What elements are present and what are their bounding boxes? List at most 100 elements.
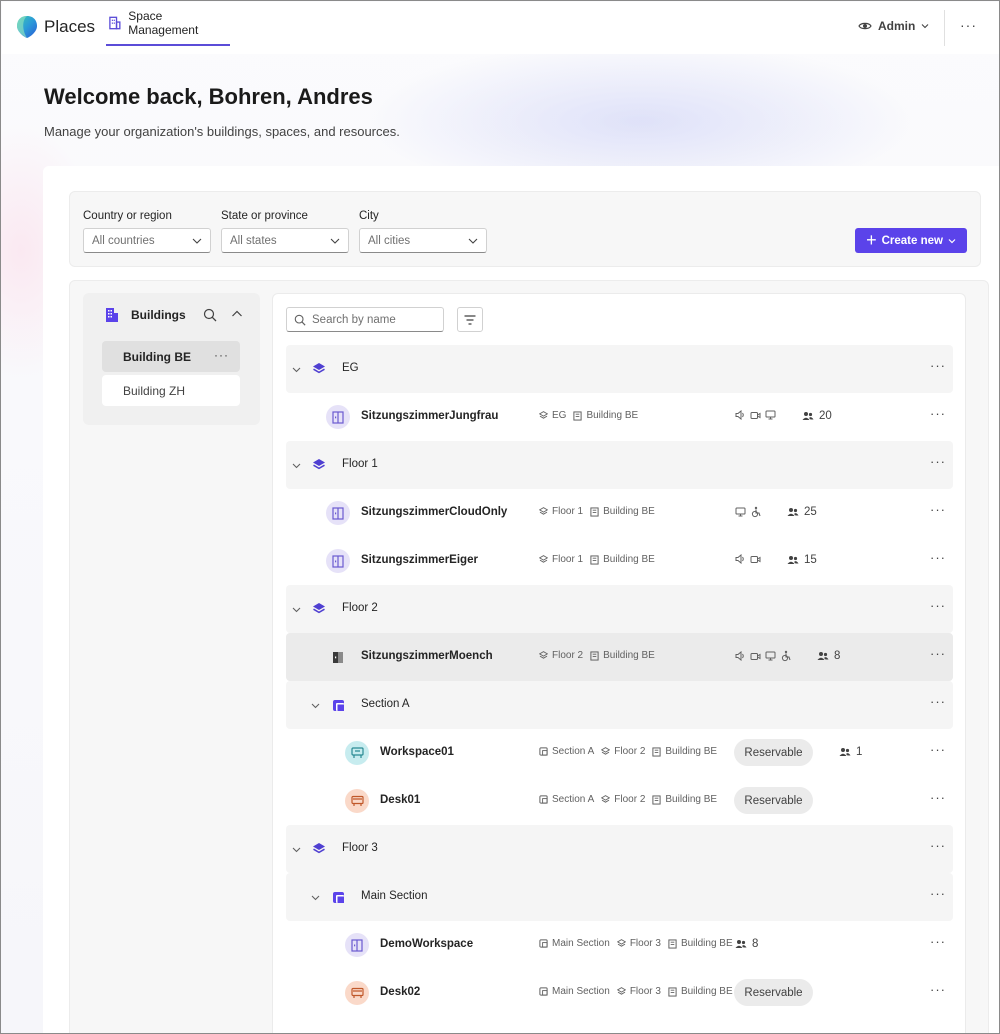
role-label: Admin <box>878 19 916 33</box>
plus-icon: + <box>866 229 877 250</box>
more-options-button[interactable]: ··· <box>930 550 946 565</box>
floor-row[interactable]: Floor 3 ··· <box>286 825 953 873</box>
space-row[interactable]: Desk02 Main Section Floor 3 Building BE Rese… <box>286 969 953 1017</box>
section-name: Main Section <box>361 890 428 902</box>
accessible-icon <box>780 650 792 662</box>
space-row[interactable]: SitzungszimmerCloudOnly Floor 1 Building B… <box>286 489 953 537</box>
floor-row[interactable]: Floor 1 ··· <box>286 441 953 489</box>
chevron-up-icon[interactable] <box>231 308 243 320</box>
workspace-icon <box>345 741 369 765</box>
room-icon <box>326 549 350 573</box>
location-part: EG <box>552 410 567 421</box>
space-row[interactable]: SitzungszimmerJungfrau EG Building BE 20 ··· <box>286 393 953 441</box>
building-icon <box>652 794 661 805</box>
space-row[interactable]: DemoWorkspace Main Section Floor 3 Building… <box>286 921 953 969</box>
room-icon <box>326 405 350 429</box>
more-options-button[interactable]: ··· <box>930 838 946 853</box>
tab-space-management[interactable]: Space Management <box>106 2 230 46</box>
space-row[interactable]: Desk01 Section A Floor 2 Building BE Reserva… <box>286 777 953 825</box>
section-row[interactable]: Main Section ··· <box>286 873 953 921</box>
location-path: Floor 1 Building BE <box>539 554 658 565</box>
filter-button[interactable] <box>457 307 483 332</box>
country-dropdown[interactable]: All countries <box>83 228 211 253</box>
section-icon <box>539 987 548 996</box>
section-icon <box>330 889 346 905</box>
more-options-button[interactable]: ··· <box>930 406 946 421</box>
location-part: Building BE <box>603 650 655 661</box>
space-row[interactable]: SitzungszimmerEiger Floor 1 Building BE 15 ·… <box>286 537 953 585</box>
city-filter: City All cities <box>359 210 487 253</box>
people-icon <box>735 939 747 949</box>
floor-icon <box>311 457 327 473</box>
search-input[interactable]: Search by name <box>286 307 444 332</box>
state-dropdown[interactable]: All states <box>221 228 349 253</box>
people-icon <box>802 411 814 421</box>
capacity: 15 <box>787 554 817 566</box>
floor-icon <box>601 795 611 804</box>
location-path: Main Section Floor 3 Building BE <box>539 986 736 997</box>
search-placeholder: Search by name <box>312 313 396 326</box>
floor-icon <box>601 747 611 756</box>
floor-row[interactable]: Floor 2 ··· <box>286 585 953 633</box>
buildings-sidebar: Buildings Building BE ··· Building ZH <box>83 293 260 425</box>
space-row[interactable]: Workspace01 Section A Floor 2 Building BE Re… <box>286 729 953 777</box>
camera-icon <box>750 411 761 420</box>
location-part: Building BE <box>603 506 655 517</box>
more-options-button[interactable]: ··· <box>930 646 946 661</box>
search-icon[interactable] <box>203 308 217 322</box>
sidebar-item-building-be[interactable]: Building BE ··· <box>102 341 240 372</box>
more-options-button[interactable]: ··· <box>960 17 977 33</box>
people-icon <box>817 651 829 661</box>
buildings-header: Buildings <box>105 307 186 323</box>
display-icon <box>765 651 776 661</box>
role-switcher[interactable]: Admin <box>858 19 929 33</box>
city-dropdown[interactable]: All cities <box>359 228 487 253</box>
reservable-badge: Reservable <box>734 979 813 1006</box>
more-options-button[interactable]: ··· <box>930 598 946 613</box>
capacity-value: 20 <box>819 410 832 422</box>
floor-icon <box>616 939 626 948</box>
location-path: Main Section Floor 3 Building BE <box>539 938 736 949</box>
chevron-down-icon[interactable] <box>311 893 320 904</box>
building-icon <box>109 16 121 30</box>
location-part: Floor 2 <box>614 794 646 805</box>
location-filters: Country or region All countries State or… <box>69 191 981 267</box>
chevron-down-icon[interactable] <box>311 701 320 712</box>
more-options-button[interactable]: ··· <box>930 502 946 517</box>
section-icon <box>539 795 548 804</box>
capacity: 25 <box>787 506 817 518</box>
more-options-button[interactable]: ··· <box>930 358 946 373</box>
capacity: 8 <box>735 938 758 950</box>
capacity-value: 1 <box>856 746 863 758</box>
space-row[interactable]: SitzungszimmerMoench Floor 2 Building BE 8 ·… <box>286 633 953 681</box>
location-path: Section A Floor 2 Building BE <box>539 746 720 757</box>
more-options-button[interactable]: ··· <box>930 454 946 469</box>
sidebar-item-building-zh[interactable]: Building ZH <box>102 375 240 406</box>
building-icon <box>590 650 599 661</box>
more-options-button[interactable]: ··· <box>930 790 946 805</box>
location-path: EG Building BE <box>539 410 641 421</box>
location-part: Building BE <box>603 554 655 565</box>
chevron-down-icon[interactable] <box>292 365 301 376</box>
more-options-button[interactable]: ··· <box>930 742 946 757</box>
section-row[interactable]: Section A ··· <box>286 681 953 729</box>
more-options-button[interactable]: ··· <box>214 348 229 362</box>
chevron-down-icon[interactable] <box>292 461 301 472</box>
location-part: Floor 1 <box>552 554 584 565</box>
app-window: Places Space Management Admin ··· Welcom… <box>0 0 1000 1034</box>
chevron-down-icon[interactable] <box>292 845 301 856</box>
country-value: All countries <box>92 234 155 247</box>
more-options-button[interactable]: ··· <box>930 886 946 901</box>
more-options-button[interactable]: ··· <box>930 694 946 709</box>
floor-row[interactable]: EG ··· <box>286 345 953 393</box>
more-options-button[interactable]: ··· <box>930 934 946 949</box>
buildings-title: Buildings <box>131 308 186 322</box>
space-name: SitzungszimmerCloudOnly <box>361 506 508 518</box>
more-options-button[interactable]: ··· <box>930 982 946 997</box>
location-part: Building BE <box>680 986 733 997</box>
section-icon <box>539 939 548 948</box>
search-icon <box>294 314 306 326</box>
page-subtitle: Manage your organization's buildings, sp… <box>44 124 400 139</box>
chevron-down-icon[interactable] <box>292 605 301 616</box>
create-new-button[interactable]: + Create new <box>855 228 967 253</box>
